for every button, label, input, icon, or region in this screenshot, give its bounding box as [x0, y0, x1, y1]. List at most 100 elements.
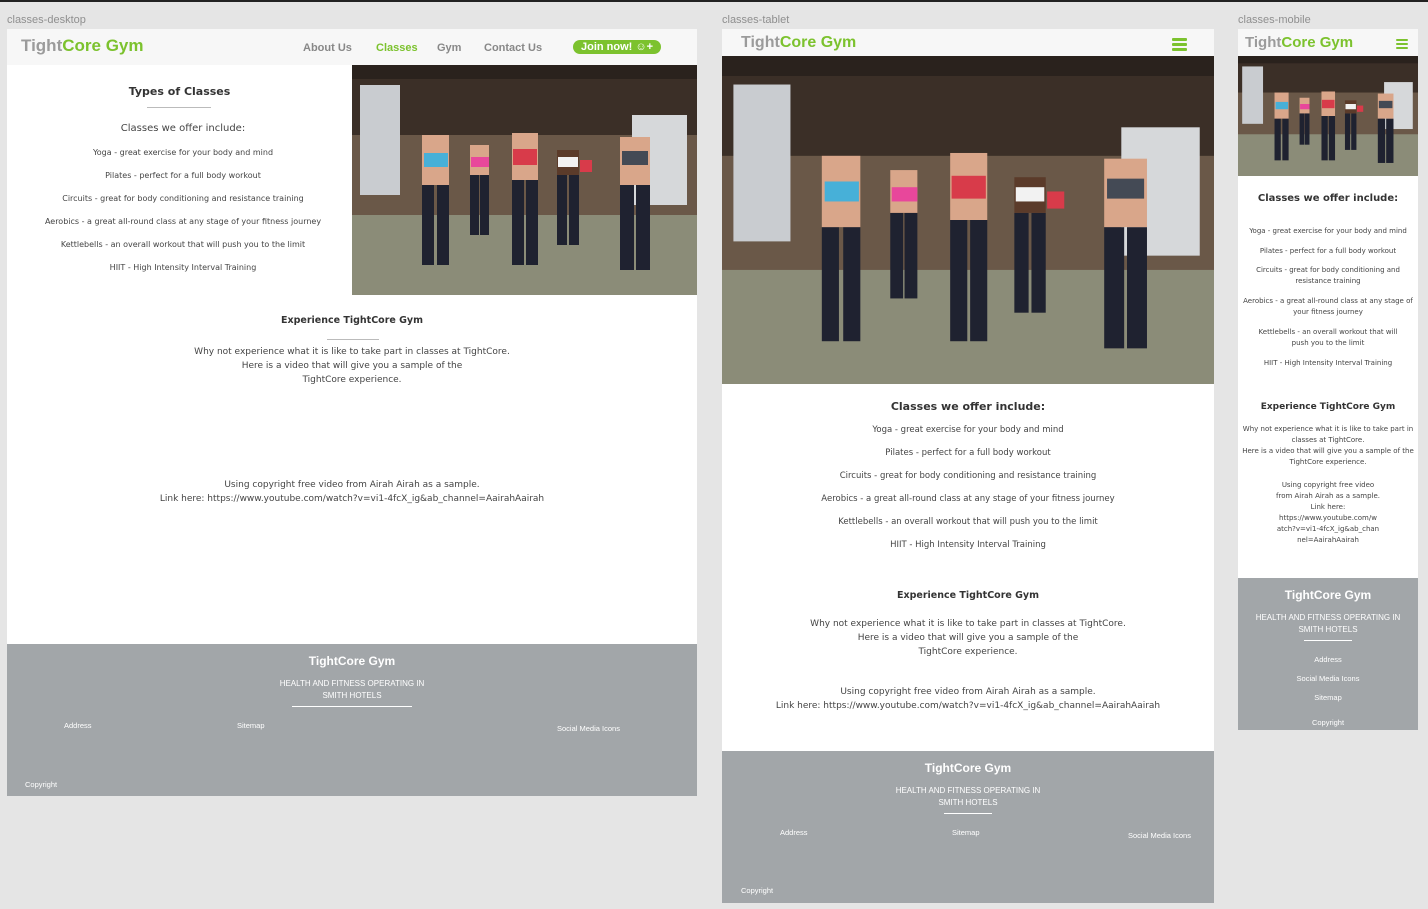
video-m-link-2[interactable]: atch?v=vi1-4fcX_ig&ab_chan [1238, 525, 1418, 533]
class-item-kettlebells: Kettlebells - an overall workout that wi… [838, 517, 1098, 527]
tablet-footer: TightCore Gym HEALTH AND FITNESS OPERATI… [722, 751, 1214, 903]
logo-part1: Tight [21, 36, 63, 55]
tablet-hero-image [722, 56, 1214, 384]
class-item-kettlebells-2: push you to the limit [1291, 339, 1365, 347]
desktop-logo[interactable]: TightCore Gym [21, 36, 143, 56]
experience-heading: Experience TightCore Gym [280, 315, 424, 326]
video-link[interactable]: Link here: https://www.youtube.com/watch… [722, 701, 1214, 711]
logo-part2: Core Gym [1281, 34, 1354, 51]
video-link[interactable]: Link here: https://www.youtube.com/watch… [7, 494, 697, 504]
video-m-line-2: from Airah Airah as a sample. [1276, 492, 1380, 500]
video-credit: Using copyright free video from Airah Ai… [224, 480, 480, 490]
footer-social[interactable]: Social Media Icons [1238, 674, 1418, 683]
footer-title: TightCore Gym [308, 654, 396, 668]
footer-sub-2: SMITH HOTELS [322, 691, 382, 700]
footer-address[interactable]: Address [1238, 655, 1418, 664]
class-item-yoga: Yoga - great exercise for your body and … [92, 148, 274, 157]
desktop-frame: TightCore Gym About Us Classes Gym Conta… [7, 29, 697, 796]
experience-line-2: Here is a video that will give you a sam… [857, 633, 1079, 643]
experience-rule [327, 339, 379, 340]
window-top-edge [0, 0, 1428, 2]
footer-copyright: Copyright [741, 886, 774, 895]
footer-rule [1304, 640, 1352, 641]
class-item-yoga: Yoga - great exercise for your body and … [872, 425, 1064, 435]
mobile-hero-image [1238, 56, 1418, 176]
class-item-aerobics-2: your fitness journey [1293, 308, 1363, 316]
class-item-pilates: Pilates - perfect for a full body workou… [105, 171, 261, 180]
user-plus-icon: ☺+ [635, 41, 654, 53]
footer-sub-2: SMITH HOTELS [1298, 625, 1358, 634]
video-m-line-3: Link here: [1310, 503, 1346, 511]
logo-part1: Tight [1245, 34, 1282, 51]
classes-intro-heading: Classes we offer include: [890, 400, 1046, 413]
mobile-logo[interactable]: TightCore Gym [1245, 34, 1353, 51]
experience-m-line-4: TightCore experience. [1289, 458, 1367, 466]
footer-rule [292, 706, 412, 707]
class-item-hiit: HIIT - High Intensity Interval Training [1263, 359, 1393, 367]
experience-line-1: Why not experience what it is like to ta… [194, 347, 510, 357]
footer-sub-1: HEALTH AND FITNESS OPERATING IN [895, 786, 1041, 795]
logo-part2: Core Gym [62, 36, 144, 55]
class-item-circuits-2: resistance training [1295, 277, 1361, 285]
footer-social[interactable]: Social Media Icons [1128, 831, 1191, 840]
class-item-kettlebells-1: Kettlebells - an overall workout that wi… [1258, 328, 1398, 336]
logo-part1: Tight [741, 34, 780, 51]
nav-classes[interactable]: Classes [376, 42, 418, 54]
hamburger-menu-icon[interactable] [1396, 39, 1408, 51]
nav-gym[interactable]: Gym [437, 42, 461, 54]
join-now-button[interactable]: Join now! ☺+ [573, 40, 662, 54]
class-item-kettlebells: Kettlebells - an overall workout that wi… [60, 240, 306, 249]
experience-heading: Experience TightCore Gym [1260, 402, 1396, 412]
footer-sub-1: HEALTH AND FITNESS OPERATING IN [279, 679, 425, 688]
mobile-footer: TightCore Gym HEALTH AND FITNESS OPERATI… [1238, 578, 1418, 730]
mobile-frame: TightCore Gym Classes we offer include: … [1238, 29, 1418, 730]
experience-line-3: TightCore experience. [918, 647, 1018, 657]
frame-label-desktop: classes-desktop [7, 14, 86, 26]
class-item-aerobics: Aerobics - a great all-round class at an… [44, 217, 322, 226]
class-item-circuits: Circuits - great for body conditioning a… [62, 194, 304, 203]
class-item-yoga: Yoga - great exercise for your body and … [1249, 227, 1407, 235]
logo-part2: Core Gym [779, 34, 857, 51]
nav-about[interactable]: About Us [303, 42, 352, 54]
nav-contact[interactable]: Contact Us [484, 42, 542, 54]
class-item-circuits: Circuits - great for body conditioning a… [839, 471, 1097, 481]
class-item-aerobics-1: Aerobics - a great all-round class at an… [1243, 297, 1413, 305]
experience-heading: Experience TightCore Gym [896, 590, 1040, 601]
footer-title: TightCore Gym [1284, 588, 1372, 602]
classes-intro-heading: Classes we offer include: [1257, 193, 1399, 204]
footer-title: TightCore Gym [924, 761, 1012, 775]
class-item-pilates: Pilates - perfect for a full body workou… [1259, 247, 1397, 255]
hamburger-menu-icon[interactable] [1172, 38, 1187, 51]
desktop-footer: TightCore Gym HEALTH AND FITNESS OPERATI… [7, 644, 697, 796]
footer-sub-2: SMITH HOTELS [938, 798, 998, 807]
experience-m-line-3: Here is a video that will give you a sam… [1242, 447, 1414, 455]
class-item-aerobics: Aerobics - a great all-round class at an… [821, 494, 1115, 504]
tablet-logo[interactable]: TightCore Gym [741, 34, 856, 52]
frame-label-tablet: classes-tablet [722, 14, 790, 26]
frame-label-mobile: classes-mobile [1238, 14, 1311, 26]
footer-sub-1: HEALTH AND FITNESS OPERATING IN [1255, 613, 1401, 622]
experience-line-3: TightCore experience. [302, 375, 402, 385]
experience-m-line-2: classes at TightCore. [1291, 436, 1365, 444]
video-m-link-1[interactable]: https://www.youtube.com/w [1238, 514, 1418, 522]
footer-sitemap[interactable]: Sitemap [237, 721, 265, 730]
footer-copyright: Copyright [25, 780, 58, 789]
footer-address[interactable]: Address [64, 721, 92, 730]
video-credit: Using copyright free video from Airah Ai… [840, 687, 1096, 697]
types-heading: Types of Classes [128, 85, 231, 98]
class-item-circuits-1: Circuits - great for body conditioning a… [1256, 266, 1400, 274]
video-m-link-3[interactable]: nel=AairahAairah [1238, 536, 1418, 544]
footer-social[interactable]: Social Media Icons [557, 724, 620, 733]
class-item-hiit: HIIT - High Intensity Interval Training [109, 263, 257, 272]
footer-address[interactable]: Address [780, 828, 808, 837]
footer-copyright: Copyright [1311, 718, 1345, 727]
class-item-hiit: HIIT - High Intensity Interval Training [890, 540, 1046, 550]
gym-class-photo [1238, 56, 1418, 176]
experience-line-1: Why not experience what it is like to ta… [810, 619, 1126, 629]
video-m-line-1: Using copyright free video [1281, 481, 1375, 489]
class-item-pilates: Pilates - perfect for a full body workou… [885, 448, 1051, 458]
desktop-hero-image [352, 65, 697, 295]
gym-class-photo [352, 65, 697, 295]
footer-sitemap[interactable]: Sitemap [952, 828, 980, 837]
footer-sitemap[interactable]: Sitemap [1238, 693, 1418, 702]
